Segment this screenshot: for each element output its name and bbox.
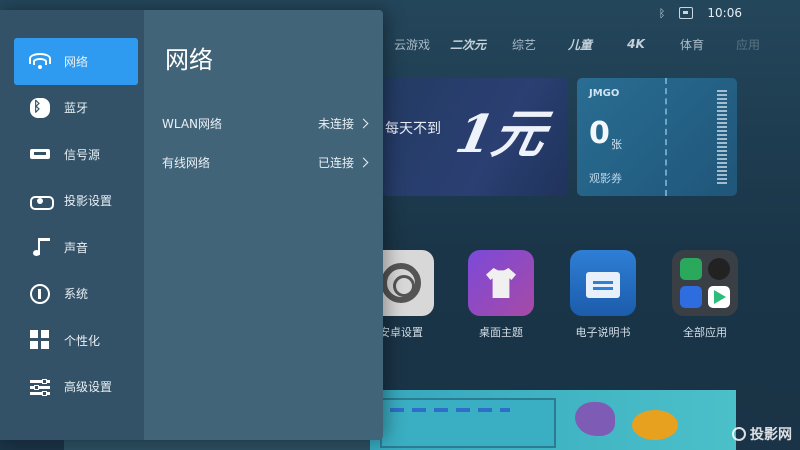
network-status-icon xyxy=(679,7,694,19)
app-manual[interactable]: 电子说明书 xyxy=(568,250,638,340)
carousel-indicator xyxy=(390,408,510,412)
app-label: 全部应用 xyxy=(683,326,727,339)
ticket-label: 观影券 xyxy=(589,172,622,185)
clock: 10:06 xyxy=(707,6,742,20)
sidebar-item-signal-source[interactable]: 信号源 xyxy=(14,131,138,178)
sidebar-item-label: 高级设置 xyxy=(64,380,113,395)
app-row: 安卓设置 桌面主题 电子说明书 全部应用 xyxy=(368,250,770,345)
nav-tab-sports[interactable]: 体育 xyxy=(664,36,720,53)
nav-tab-4k[interactable]: 4K xyxy=(608,37,664,51)
projector-icon xyxy=(30,191,54,211)
bird-illustration xyxy=(575,402,615,436)
nav-tab-kids[interactable]: 儿童 xyxy=(552,36,608,53)
sidebar-item-label: 声音 xyxy=(64,240,89,255)
sidebar-item-sound[interactable]: 声音 xyxy=(14,224,138,271)
app-all-apps[interactable]: 全部应用 xyxy=(670,250,740,340)
sidebar-item-label: 信号源 xyxy=(64,147,101,162)
signal-source-icon xyxy=(30,144,50,164)
wlan-network-row[interactable]: WLAN网络 未连接 xyxy=(162,111,369,135)
ticket-brand: JMGO xyxy=(589,88,620,99)
bottom-banner[interactable] xyxy=(370,390,736,450)
sliders-icon xyxy=(30,377,50,397)
sidebar-item-label: 投影设置 xyxy=(64,194,113,209)
settings-sidebar: 网络 蓝牙 信号源 投影设置 声音 系统 个性化 高级设置 xyxy=(0,10,144,440)
row-label: WLAN网络 xyxy=(162,116,223,131)
row-value: 已连接 xyxy=(317,154,369,171)
watermark: 投影网 xyxy=(732,424,792,444)
sidebar-item-network[interactable]: 网络 xyxy=(14,38,138,85)
connection-status: 已连接 xyxy=(317,155,354,170)
sidebar-item-bluetooth[interactable]: 蓝牙 xyxy=(14,85,138,132)
music-note-icon xyxy=(30,237,50,257)
app-label: 电子说明书 xyxy=(575,326,631,339)
nav-tab-cloud-game[interactable]: 云游戏 xyxy=(384,36,440,53)
sidebar-item-personalize[interactable]: 个性化 xyxy=(14,317,138,364)
promo-price: 1元 xyxy=(450,104,552,165)
row-label: 有线网络 xyxy=(162,155,211,170)
manual-icon xyxy=(570,250,636,316)
watermark-text: 投影网 xyxy=(750,427,792,443)
app-desktop-theme[interactable]: 桌面主题 xyxy=(466,250,536,340)
sidebar-item-label: 系统 xyxy=(64,287,89,302)
watermark-logo-icon xyxy=(732,427,746,441)
sidebar-item-label: 蓝牙 xyxy=(64,101,89,116)
sidebar-item-label: 个性化 xyxy=(64,333,101,348)
promo-text: 每天不到 xyxy=(385,121,441,137)
settings-panel: 网络 蓝牙 信号源 投影设置 声音 系统 个性化 高级设置 xyxy=(0,10,383,440)
sidebar-item-system[interactable]: 系统 xyxy=(14,271,138,318)
nav-tab-apps[interactable]: 应用 xyxy=(720,36,776,53)
grid-icon xyxy=(30,330,50,350)
top-nav: 云游戏 二次元 综艺 儿童 4K 体育 应用 xyxy=(384,33,784,55)
bluetooth-icon xyxy=(30,97,50,118)
bluetooth-status-icon: ᛒ xyxy=(658,6,666,20)
settings-detail: 网络 WLAN网络 未连接 有线网络 已连接 xyxy=(144,10,383,440)
connection-status: 未连接 xyxy=(317,116,354,131)
banner-frame xyxy=(380,398,556,448)
row-value: 未连接 xyxy=(317,115,369,132)
status-bar: ᛒ 10:06 xyxy=(659,4,742,22)
theme-shirt-icon xyxy=(468,250,534,316)
nav-tab-variety[interactable]: 综艺 xyxy=(496,36,552,53)
chevron-right-icon xyxy=(358,118,369,128)
page-title: 网络 xyxy=(165,46,213,74)
sidebar-item-projection[interactable]: 投影设置 xyxy=(14,178,138,225)
barcode-icon xyxy=(717,90,727,184)
all-apps-icon xyxy=(672,250,738,316)
wired-network-row[interactable]: 有线网络 已连接 xyxy=(162,150,369,174)
wifi-icon xyxy=(30,51,50,71)
sidebar-item-advanced[interactable]: 高级设置 xyxy=(14,364,138,411)
app-label: 桌面主题 xyxy=(479,326,523,339)
bird-illustration xyxy=(632,410,678,440)
ticket-unit: 张 xyxy=(611,138,622,151)
nav-tab-anime[interactable]: 二次元 xyxy=(440,36,496,53)
chevron-right-icon xyxy=(358,157,369,167)
ticket-count: 0 xyxy=(589,116,610,151)
promo-banner[interactable]: 每天不到 1元 xyxy=(383,78,567,196)
sidebar-item-label: 网络 xyxy=(64,54,89,69)
info-icon xyxy=(30,283,50,304)
movie-ticket-card[interactable]: JMGO 0 张 观影券 xyxy=(577,78,737,196)
